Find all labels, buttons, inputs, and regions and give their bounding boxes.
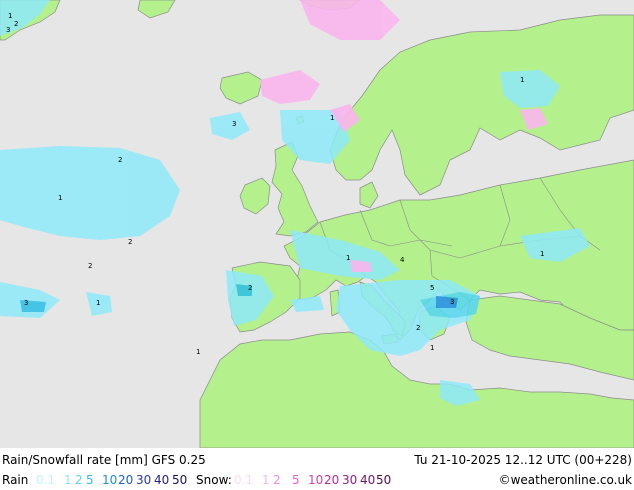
rain-legend-value: 5 [86, 473, 94, 487]
snow-legend-value: 5 [292, 473, 300, 487]
map-label: 1 [58, 194, 62, 202]
snow-legend-value: 1 [262, 473, 270, 487]
rain-legend-value: 50 [172, 473, 188, 487]
snow-legend-value: 40 [360, 473, 376, 487]
map-label: 1 [430, 344, 434, 352]
rain-legend-value: 10 [102, 473, 118, 487]
map-title: Rain/Snowfall rate [mm] GFS 0.25 [2, 453, 206, 467]
snow-legend-value: 30 [342, 473, 358, 487]
snow-legend-value: 10 [308, 473, 324, 487]
map-svg: 1 2 3 1 2 2 2 3 1 3 2 1 4 5 3 2 1 1 1 1 … [0, 0, 634, 449]
credit-link[interactable]: ©weatheronline.co.uk [499, 473, 632, 487]
snow-legend-value: 2 [273, 473, 281, 487]
rain-legend-label: Rain [2, 473, 29, 487]
rain-legend-value: 1 [64, 473, 72, 487]
map-label: 1 [96, 299, 100, 307]
map-label: 2 [118, 156, 122, 164]
map-label: 1 [520, 76, 524, 84]
rain-legend-value: 40 [154, 473, 170, 487]
map-label: 3 [24, 299, 28, 307]
map-label: 2 [88, 262, 92, 270]
map-label: 3 [6, 26, 10, 34]
precipitation-map: 1 2 3 1 2 2 2 3 1 3 2 1 4 5 3 2 1 1 1 1 … [0, 0, 634, 449]
snow-legend-value: 0.1 [234, 473, 254, 487]
map-label: 1 [196, 348, 200, 356]
map-label: 2 [248, 284, 252, 292]
rain-legend-value: 2 [75, 473, 83, 487]
map-label: 3 [450, 298, 454, 306]
map-label: 2 [416, 324, 420, 332]
map-label: 2 [14, 20, 18, 28]
map-label: 1 [8, 12, 12, 20]
map-label: 4 [400, 256, 405, 264]
map-label: 2 [128, 238, 132, 246]
rain-legend-value: 30 [136, 473, 152, 487]
snow-legend-value: 50 [376, 473, 392, 487]
snow-legend-label: Snow: [196, 473, 232, 487]
snow-legend-value: 20 [324, 473, 340, 487]
map-label: 1 [540, 250, 544, 258]
rain-legend-value: 20 [118, 473, 134, 487]
rain-legend-value: 0.1 [36, 473, 56, 487]
map-label: 1 [330, 114, 334, 122]
map-label: 3 [232, 120, 236, 128]
map-label: 1 [346, 254, 350, 262]
valid-time: Tu 21-10-2025 12..12 UTC (00+228) [414, 453, 632, 467]
map-label: 5 [430, 284, 434, 292]
footer: Rain/Snowfall rate [mm] GFS 0.25 Tu 21-1… [0, 448, 634, 490]
